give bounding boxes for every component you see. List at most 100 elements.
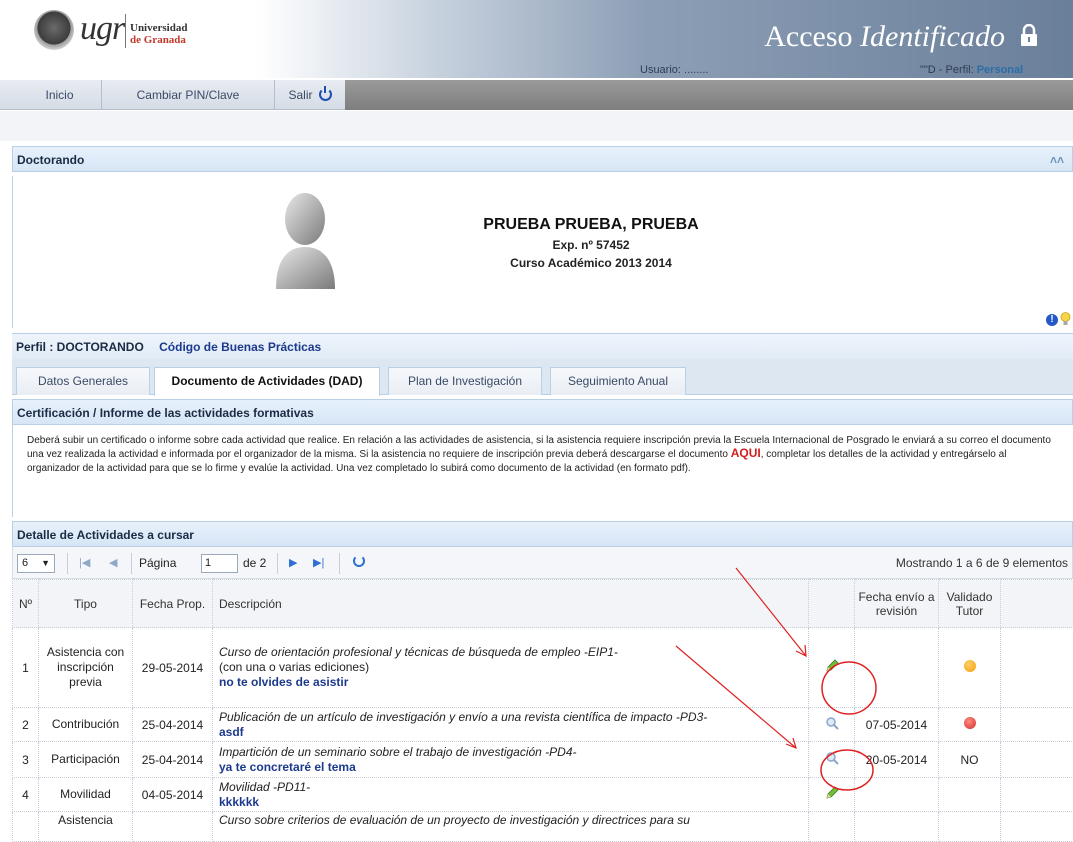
col-validado[interactable]: Validado Tutor	[938, 579, 1001, 628]
nav-cambiar-pin-label: Cambiar PIN/Clave	[136, 88, 240, 102]
col-fecha-envio[interactable]: Fecha envío a revisión	[854, 579, 939, 628]
activities-table: Nº Tipo Fecha Prop. Descripción Fecha en…	[12, 579, 1073, 842]
perfil-label: ""D - Perfil: Personal	[920, 64, 1023, 76]
main-nav: Inicio Cambiar PIN/Clave Salir	[0, 80, 1073, 110]
row-descripcion: Curso sobre criterios de evaluación de u…	[212, 811, 809, 842]
toolbar-divider	[67, 553, 68, 574]
row-titulo: Curso de orientación profesional y técni…	[219, 645, 618, 659]
row-fecha: 04-05-2014	[132, 777, 213, 812]
codigo-buenas-practicas-link[interactable]: Código de Buenas Prácticas	[159, 340, 321, 354]
certificacion-title: Certificación / Informe de las actividad…	[17, 406, 314, 420]
col-descripcion[interactable]: Descripción	[212, 579, 809, 628]
pencil-icon[interactable]	[824, 785, 840, 801]
prev-page-icon[interactable]: ◀	[109, 556, 117, 569]
col-extra	[1000, 579, 1073, 628]
info-icon[interactable]: !	[1046, 314, 1058, 326]
row-comentario: no te olvides de asistir	[219, 675, 349, 689]
refresh-icon[interactable]	[353, 555, 365, 567]
last-page-icon[interactable]: ▶|	[313, 556, 324, 569]
first-page-icon[interactable]: |◀	[79, 556, 90, 569]
row-action[interactable]	[808, 777, 855, 812]
title-italic: Identificado	[860, 20, 1005, 53]
nav-salir[interactable]: Salir	[275, 80, 345, 110]
avatar	[276, 193, 335, 289]
row-num: 1	[12, 627, 39, 708]
col-tipo[interactable]: Tipo	[38, 579, 133, 628]
col-num[interactable]: Nº	[12, 579, 39, 628]
perfil-value: Personal	[976, 64, 1024, 76]
detalle-title: Detalle de Actividades a cursar	[17, 528, 194, 542]
row-titulo: Curso sobre criterios de evaluación de u…	[219, 813, 690, 827]
tab-label: Datos Generales	[37, 374, 129, 388]
row-extra	[1000, 707, 1073, 742]
table-row[interactable]: 2 Contribución 25-04-2014 Publicación de…	[12, 707, 1073, 742]
row-fecha: 25-04-2014	[132, 707, 213, 742]
aqui-link[interactable]: AQUI	[731, 446, 761, 460]
nav-inicio[interactable]: Inicio	[18, 80, 102, 110]
page-number-input[interactable]: 1	[201, 554, 238, 573]
row-fecha	[132, 811, 213, 842]
ugr-seal-logo	[34, 10, 74, 50]
certificacion-text: Deberá subir un certificado o informe so…	[12, 425, 1073, 517]
student-curso: Curso Académico 2013 2014	[510, 256, 672, 270]
page-size-value: 6	[22, 557, 29, 569]
row-descripcion: Impartición de un seminario sobre el tra…	[212, 741, 809, 778]
student-expediente: Exp. nº 57452	[552, 238, 630, 252]
row-num	[12, 811, 39, 842]
table-row[interactable]: 1 Asistencia con inscripción previa 29-0…	[12, 627, 1073, 708]
power-icon	[318, 86, 332, 101]
row-tipo: Contribución	[38, 707, 133, 742]
row-validado	[938, 811, 1001, 842]
row-titulo: Publicación de un artículo de investigac…	[219, 709, 708, 724]
sub-bar	[0, 111, 1073, 141]
row-action	[808, 811, 855, 842]
page-size-select[interactable]: 6 ▼	[17, 554, 55, 573]
row-descripcion: Curso de orientación profesional y técni…	[212, 627, 809, 708]
ugr-logo-text: ugr	[80, 10, 125, 47]
tab-label: Documento de Actividades (DAD)	[171, 374, 363, 388]
row-extra	[1000, 741, 1073, 778]
tab-seguimiento-anual[interactable]: Seguimiento Anual	[550, 367, 686, 395]
nav-inicio-label: Inicio	[45, 88, 74, 102]
row-action[interactable]	[808, 741, 855, 778]
tab-plan-investigacion[interactable]: Plan de Investigación	[388, 367, 542, 395]
doctorando-header[interactable]: Doctorando ˄˄	[12, 146, 1073, 172]
lightbulb-icon[interactable]	[1060, 312, 1071, 326]
row-extra	[1000, 811, 1073, 842]
toolbar-divider	[339, 553, 340, 574]
tab-datos-generales[interactable]: Datos Generales	[16, 367, 150, 395]
row-comentario: kkkkkk	[219, 794, 260, 809]
row-envio: 07-05-2014	[854, 707, 939, 742]
row-fecha: 29-05-2014	[132, 627, 213, 708]
col-fecha-prop[interactable]: Fecha Prop.	[132, 579, 213, 628]
toolbar-divider	[277, 553, 278, 574]
row-validado	[938, 777, 1001, 812]
table-row[interactable]: 3 Participación 25-04-2014 Impartición d…	[12, 741, 1073, 778]
table-header-row: Nº Tipo Fecha Prop. Descripción Fecha en…	[12, 579, 1073, 628]
detalle-header: Detalle de Actividades a cursar	[12, 521, 1073, 547]
magnify-icon[interactable]	[825, 716, 839, 730]
status-red-icon	[963, 717, 976, 729]
next-page-icon[interactable]: ▶	[289, 556, 297, 569]
row-tipo: Participación	[38, 741, 133, 778]
row-comentario: asdf	[219, 724, 244, 739]
nav-cambiar-pin[interactable]: Cambiar PIN/Clave	[102, 80, 275, 110]
pencil-icon[interactable]	[824, 658, 840, 674]
page-header: ugr Universidad de Granada Acceso Identi…	[0, 0, 1073, 78]
doctorando-profile: PRUEBA PRUEBA, PRUEBA Exp. nº 57452 Curs…	[12, 176, 1073, 328]
magnify-icon[interactable]	[825, 751, 839, 765]
row-envio: 20-05-2014	[854, 741, 939, 778]
tab-label: Seguimiento Anual	[567, 374, 669, 388]
status-orange-icon	[963, 660, 976, 672]
tab-documento-actividades[interactable]: Documento de Actividades (DAD)	[154, 367, 380, 396]
student-name: PRUEBA PRUEBA, PRUEBA	[483, 216, 699, 233]
table-row[interactable]: 4 Movilidad 04-05-2014 Movilidad -PD11- …	[12, 777, 1073, 812]
table-row[interactable]: Asistencia Curso sobre criterios de eval…	[12, 811, 1073, 842]
user-line: Usuario: ........ ""D - Perfil: Personal	[0, 62, 1073, 78]
row-action[interactable]	[808, 707, 855, 742]
row-extra	[1000, 777, 1073, 812]
row-envio	[854, 811, 939, 842]
row-action[interactable]	[808, 627, 855, 708]
certificacion-header: Certificación / Informe de las actividad…	[12, 399, 1073, 425]
collapse-chevron-icon[interactable]: ˄˄	[1050, 147, 1064, 173]
